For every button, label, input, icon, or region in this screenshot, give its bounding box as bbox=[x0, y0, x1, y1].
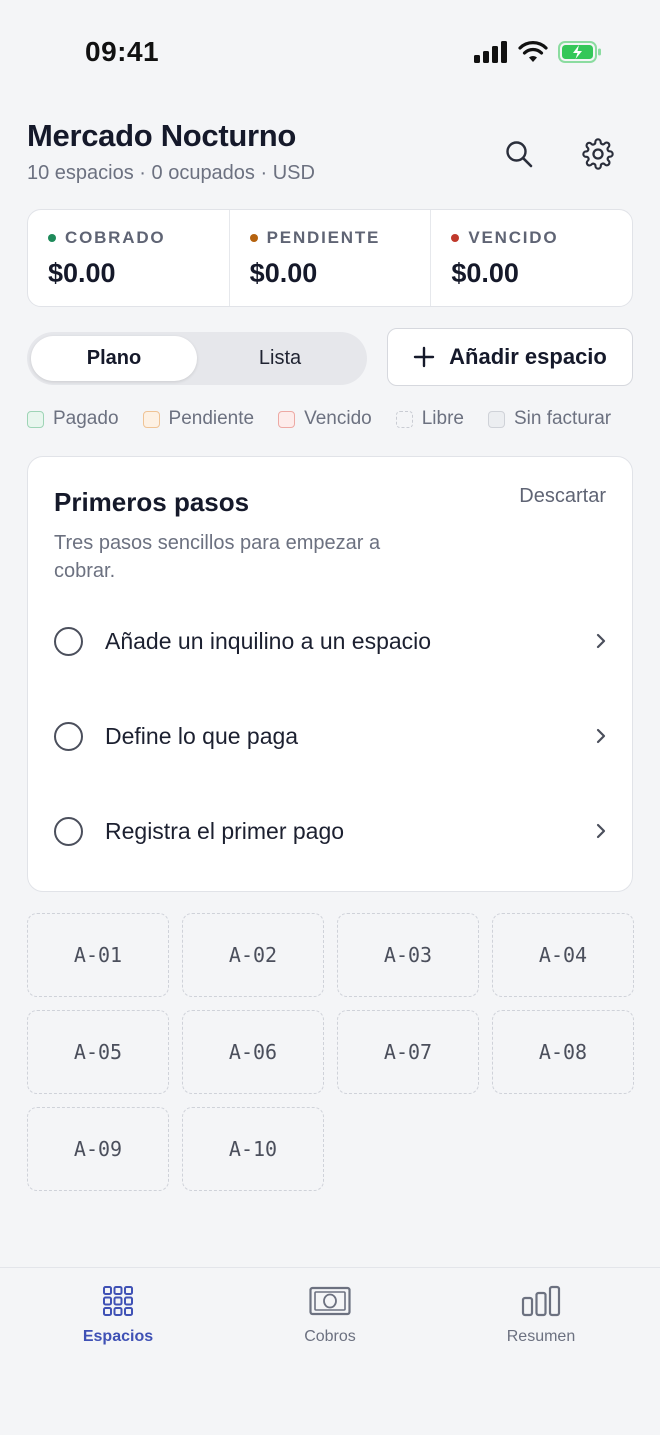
legend-swatch-icon bbox=[487, 410, 505, 428]
status-dot-icon bbox=[249, 234, 258, 242]
page-header: Mercado Nocturno 10 espacios · 0 ocupado… bbox=[27, 118, 633, 198]
tab-resumen[interactable]: Resumen bbox=[471, 1284, 611, 1346]
onboarding-step-2[interactable]: Define lo que paga bbox=[28, 696, 632, 776]
tab-label: Espacios bbox=[82, 1328, 154, 1345]
battery-charging-icon bbox=[558, 41, 601, 63]
toggle-plano[interactable]: Plano bbox=[31, 336, 197, 381]
page-subtitle: 10 espacios · 0 ocupados · USD bbox=[27, 162, 315, 184]
space-tile[interactable]: A-07 bbox=[337, 1010, 479, 1094]
legend-swatch-icon bbox=[395, 410, 413, 428]
stat-pendiente: PENDIENTE $0.00 bbox=[230, 210, 432, 306]
legend-item-libre: Libre bbox=[395, 408, 464, 430]
onboarding-step-1[interactable]: Añade un inquilino a un espacio bbox=[28, 601, 632, 681]
space-tile[interactable]: A-08 bbox=[492, 1010, 634, 1094]
legend-item-pagado: Pagado bbox=[27, 408, 119, 430]
stat-label: VENCIDO bbox=[468, 228, 559, 247]
status-dot-icon bbox=[48, 234, 56, 242]
status-icons bbox=[474, 40, 602, 64]
settings-button[interactable] bbox=[578, 134, 618, 174]
onboarding-card: Primeros pasos Descartar Tres pasos senc… bbox=[27, 456, 633, 892]
empty-circle-icon bbox=[54, 626, 83, 656]
page-title: Mercado Nocturno bbox=[27, 118, 297, 153]
grid-icon bbox=[103, 1286, 133, 1316]
view-toggle: Plano Lista bbox=[27, 332, 367, 385]
tab-espacios[interactable]: Espacios bbox=[48, 1284, 188, 1346]
add-space-button[interactable]: Añadir espacio bbox=[387, 328, 633, 386]
step-label: Registra el primer pago bbox=[105, 817, 345, 844]
tab-label: Cobros bbox=[304, 1328, 356, 1345]
status-bar: 09:41 bbox=[0, 0, 660, 100]
stat-value: $0.00 bbox=[249, 258, 318, 288]
bottom-tab-bar: Espacios Cobros Resumen bbox=[0, 1267, 660, 1435]
legend-item-pendiente: Pendiente bbox=[142, 408, 254, 430]
legend-swatch-icon bbox=[142, 410, 160, 428]
wifi-icon bbox=[518, 41, 548, 62]
dismiss-button[interactable]: Descartar bbox=[519, 485, 606, 508]
status-legend: Pagado Pendiente Vencido Libre Sin factu… bbox=[27, 408, 647, 430]
cellular-signal-icon bbox=[474, 41, 507, 63]
search-button[interactable] bbox=[499, 134, 539, 174]
tab-label: Resumen bbox=[506, 1328, 576, 1345]
space-tile[interactable]: A-02 bbox=[182, 913, 324, 997]
stat-value: $0.00 bbox=[451, 258, 519, 288]
stat-cobrado: COBRADO $0.00 bbox=[28, 210, 230, 306]
stat-label: PENDIENTE bbox=[266, 228, 381, 247]
legend-item-sin-facturar: Sin facturar bbox=[487, 408, 611, 430]
status-time: 09:41 bbox=[85, 36, 160, 67]
empty-circle-icon bbox=[54, 816, 83, 846]
status-dot-icon bbox=[451, 234, 460, 242]
chevron-right-icon bbox=[596, 823, 606, 839]
legend-swatch-icon bbox=[278, 410, 296, 428]
chevron-right-icon bbox=[596, 633, 606, 649]
chevron-right-icon bbox=[596, 728, 606, 744]
tab-cobros[interactable]: Cobros bbox=[260, 1284, 400, 1346]
empty-circle-icon bbox=[54, 721, 83, 751]
step-label: Añade un inquilino a un espacio bbox=[105, 627, 432, 654]
onboarding-title: Primeros pasos bbox=[54, 487, 250, 517]
toggle-lista[interactable]: Lista bbox=[197, 336, 363, 381]
stat-vencido: VENCIDO $0.00 bbox=[431, 210, 632, 306]
onboarding-description: Tres pasos sencillos para empezar a cobr… bbox=[54, 532, 381, 582]
space-tile[interactable]: A-05 bbox=[27, 1010, 169, 1094]
bar-chart-icon bbox=[521, 1285, 561, 1317]
onboarding-step-3[interactable]: Registra el primer pago bbox=[28, 791, 632, 871]
gear-icon bbox=[582, 138, 614, 170]
banknote-icon bbox=[309, 1286, 351, 1316]
step-label: Define lo que paga bbox=[105, 722, 299, 749]
stat-value: $0.00 bbox=[48, 258, 116, 288]
plus-icon bbox=[413, 346, 435, 368]
search-icon bbox=[506, 141, 533, 168]
space-grid: A-01 A-02 A-03 A-04 A-05 A-06 A-07 A-08 … bbox=[27, 913, 634, 1191]
legend-item-vencido: Vencido bbox=[278, 408, 372, 430]
stat-label: COBRADO bbox=[65, 228, 166, 247]
space-tile[interactable]: A-01 bbox=[27, 913, 169, 997]
add-space-label: Añadir espacio bbox=[449, 344, 607, 369]
space-tile[interactable]: A-03 bbox=[337, 913, 479, 997]
space-tile[interactable]: A-04 bbox=[492, 913, 634, 997]
summary-stats: COBRADO $0.00 PENDIENTE $0.00 VENCIDO $0… bbox=[27, 209, 633, 307]
space-tile[interactable]: A-10 bbox=[182, 1107, 324, 1191]
space-tile[interactable]: A-06 bbox=[182, 1010, 324, 1094]
space-tile[interactable]: A-09 bbox=[27, 1107, 169, 1191]
legend-swatch-icon bbox=[27, 410, 44, 428]
